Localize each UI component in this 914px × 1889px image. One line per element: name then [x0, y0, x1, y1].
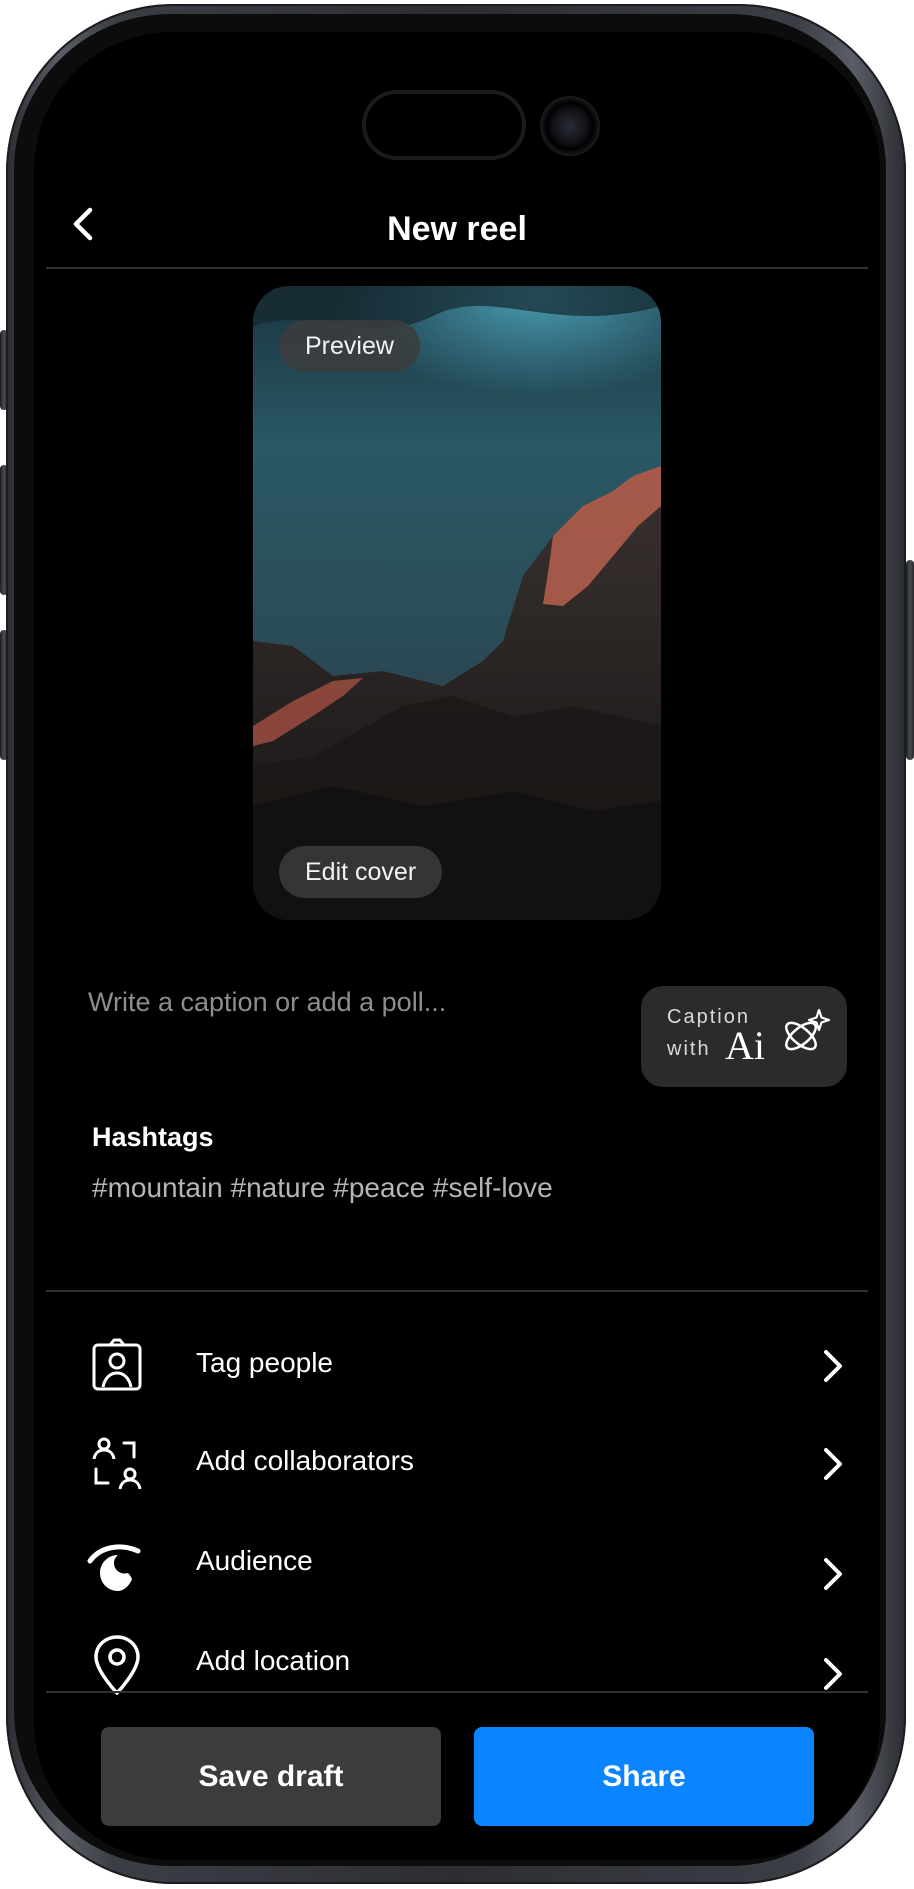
chevron-right-icon	[824, 1448, 842, 1480]
menu-item-add-collaborators[interactable]: Add collaborators	[86, 1435, 856, 1515]
chevron-right-icon	[824, 1558, 842, 1590]
dynamic-island	[366, 94, 522, 156]
audience-icon	[87, 1544, 141, 1591]
section-divider	[46, 1290, 868, 1292]
bottom-divider	[46, 1691, 868, 1693]
edit-cover-button[interactable]: Edit cover	[279, 846, 443, 898]
save-draft-button[interactable]: Save draft	[101, 1727, 441, 1826]
caption-ai-ai: Ai	[725, 1023, 765, 1068]
app-screen: New reel Preview Edit cover Write a capt…	[34, 32, 880, 1860]
caption-ai-line2: with	[667, 1038, 711, 1060]
menu-item-add-location[interactable]: Add location	[86, 1635, 856, 1715]
reel-preview[interactable]: Preview Edit cover	[253, 286, 661, 920]
front-camera	[540, 96, 600, 156]
menu-item-label: Add location	[196, 1645, 351, 1676]
power-button	[906, 560, 914, 760]
menu-item-tag-people[interactable]: Tag people	[86, 1337, 856, 1417]
share-button[interactable]: Share	[474, 1727, 814, 1826]
top-bar: New reel	[34, 182, 880, 267]
menu-item-label: Tag people	[196, 1347, 334, 1378]
hashtags-heading: Hashtags	[92, 1122, 214, 1152]
preview-badge[interactable]: Preview	[279, 320, 420, 372]
chevron-right-icon	[824, 1658, 842, 1690]
hashtags-field[interactable]: #mountain #nature #peace #self-love	[92, 1172, 553, 1204]
caption-with-ai-button[interactable]: Caption with Ai	[641, 986, 847, 1087]
device-mockup: New reel Preview Edit cover Write a capt…	[0, 0, 914, 1889]
menu-item-label: Add collaborators	[196, 1445, 414, 1476]
page-title: New reel	[387, 210, 527, 248]
mountain-image	[253, 286, 661, 920]
menu-item-audience[interactable]: Audience	[86, 1535, 856, 1615]
chevron-right-icon	[824, 1350, 842, 1382]
ai-sparkle-icon	[785, 1008, 831, 1051]
tag-person-icon	[92, 1338, 142, 1391]
collaborators-icon	[92, 1437, 142, 1490]
header-divider	[46, 267, 868, 269]
caption-input[interactable]: Write a caption or add a poll...	[88, 987, 446, 1018]
location-pin-icon	[94, 1635, 140, 1695]
menu-item-label: Audience	[196, 1545, 313, 1576]
